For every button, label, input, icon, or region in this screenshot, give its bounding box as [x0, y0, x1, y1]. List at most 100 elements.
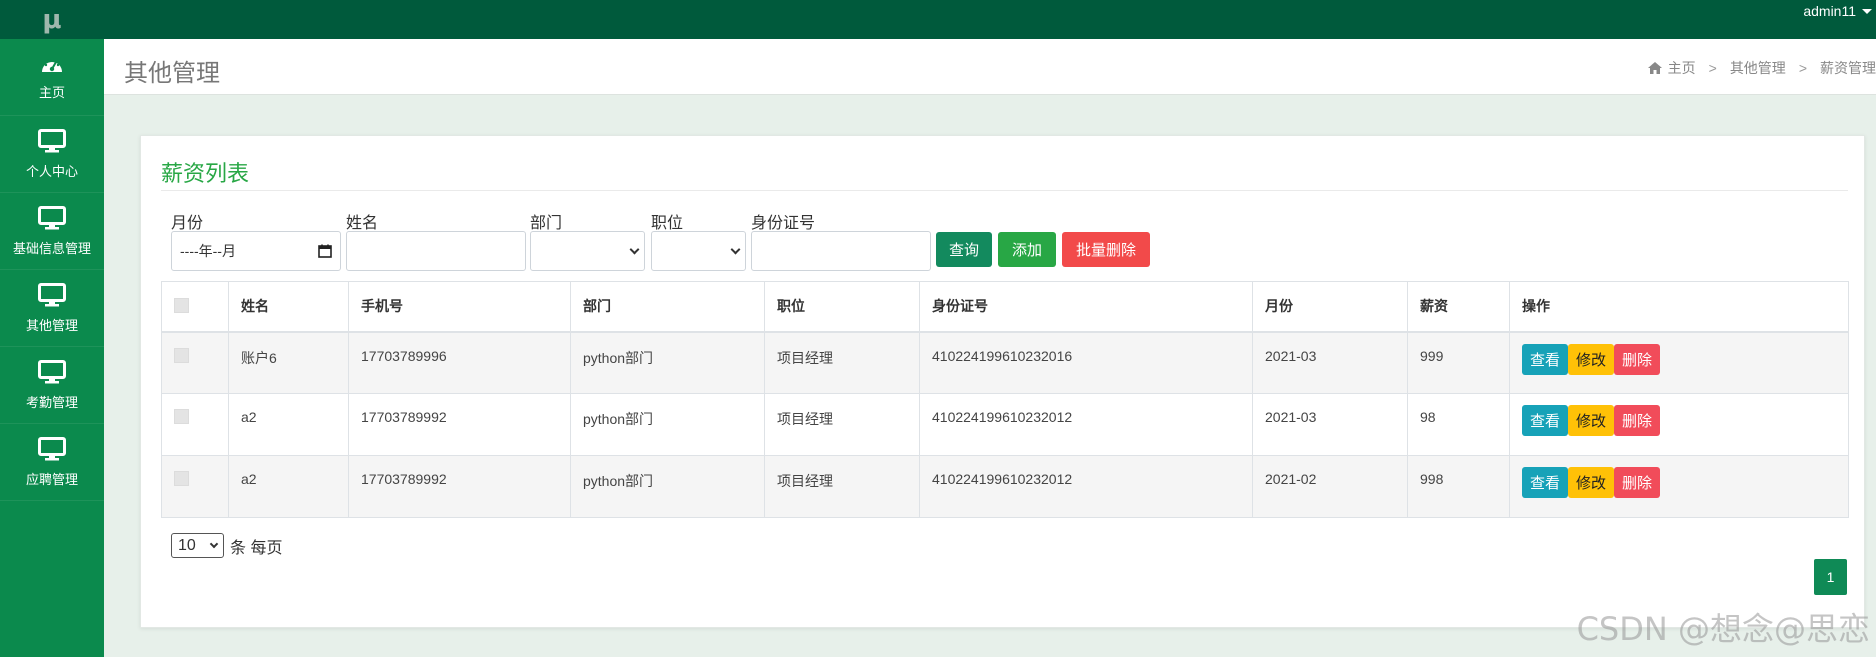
dept-select[interactable] — [530, 231, 645, 271]
watermark: CSDN @想念@思恋 — [1576, 610, 1870, 648]
pagination-page-button[interactable]: 1 — [1814, 559, 1847, 595]
cell-dept: python部门 — [570, 393, 765, 456]
row-checkbox[interactable] — [174, 347, 189, 363]
salary-list-card: 薪资列表 月份 ----年--月 姓名 部门 职位 身份证号 查询 添加 批量删… — [140, 135, 1865, 628]
query-button[interactable]: 查询 — [936, 232, 992, 267]
cell-dept: python部门 — [570, 455, 765, 518]
cell-salary: 999 — [1407, 331, 1510, 394]
view-button[interactable]: 查看 — [1522, 467, 1569, 498]
id-number-label: 身份证号 — [751, 215, 816, 232]
select-all-checkbox[interactable] — [174, 298, 189, 314]
position-select[interactable] — [651, 231, 746, 271]
cell-id-number: 410224199610232012 — [919, 455, 1253, 518]
column-header: 操作 — [1509, 281, 1849, 333]
page-size-select[interactable]: 10 — [171, 533, 224, 558]
cell-id-number: 410224199610232012 — [919, 393, 1253, 456]
breadcrumb-current: 薪资管理 — [1820, 60, 1876, 76]
cell-actions: 查看 修改 删除 — [1509, 331, 1849, 394]
sidebar-item-attendance[interactable]: 考勤管理 — [0, 347, 104, 424]
delete-button[interactable]: 删除 — [1614, 343, 1661, 375]
cell-month: 2021-02 — [1252, 455, 1408, 518]
dept-label: 部门 — [530, 215, 563, 232]
monitor-icon — [38, 205, 66, 229]
divider — [161, 190, 1848, 191]
table-row: 账户6 17703789996 python部门 项目经理 4102241996… — [161, 331, 1849, 394]
page-size-value: 10 — [178, 536, 196, 554]
cell-salary: 98 — [1407, 393, 1510, 456]
row-checkbox[interactable] — [174, 409, 189, 424]
select-all-cell — [161, 281, 229, 333]
sidebar-item-label: 其他管理 — [25, 317, 78, 333]
delete-button[interactable]: 删除 — [1614, 405, 1661, 436]
username: admin11 — [1803, 3, 1856, 19]
column-header: 薪资 — [1407, 281, 1510, 333]
page-size-control: 10 条 每页 — [171, 533, 282, 558]
sidebar-item-profile[interactable]: 个人中心 — [0, 116, 104, 193]
app-logo[interactable]: μ — [0, 0, 104, 39]
month-input[interactable]: ----年--月 — [171, 231, 341, 271]
cell-month: 2021-03 — [1252, 331, 1408, 394]
top-navbar: μ admin11 — [0, 0, 1876, 39]
chevron-down-icon — [209, 539, 219, 549]
sidebar-item-label: 主页 — [38, 84, 65, 100]
chevron-down-icon — [730, 244, 741, 254]
sidebar: 主页 个人中心 基础信息管理 其他管理 考勤管理 应聘管理 — [0, 39, 104, 657]
cell-phone: 17703789996 — [348, 331, 571, 394]
row-select-cell — [161, 393, 229, 456]
cell-position: 项目经理 — [764, 393, 920, 456]
cell-phone: 17703789992 — [348, 393, 571, 456]
column-header: 部门 — [570, 281, 765, 333]
sidebar-item-label: 应聘管理 — [25, 471, 78, 487]
dashboard-icon — [42, 57, 62, 72]
delete-button[interactable]: 删除 — [1614, 467, 1661, 498]
calendar-icon[interactable] — [318, 244, 332, 258]
edit-button[interactable]: 修改 — [1568, 467, 1615, 498]
batch-delete-button[interactable]: 批量删除 — [1062, 232, 1150, 267]
cell-name: 账户6 — [228, 331, 349, 394]
breadcrumb: 主页 > 其他管理 > 薪资管理 — [1647, 58, 1876, 78]
sidebar-item-recruitment[interactable]: 应聘管理 — [0, 424, 104, 501]
monitor-icon — [38, 436, 66, 460]
month-label: 月份 — [171, 215, 204, 232]
cell-name: a2 — [228, 455, 349, 518]
name-label: 姓名 — [346, 215, 379, 232]
cell-phone: 17703789992 — [348, 455, 571, 518]
edit-button[interactable]: 修改 — [1568, 343, 1615, 375]
chevron-down-icon — [629, 244, 640, 254]
table-row: a2 17703789992 python部门 项目经理 41022419961… — [161, 393, 1849, 456]
view-button[interactable]: 查看 — [1522, 405, 1569, 436]
cell-actions: 查看 修改 删除 — [1509, 455, 1849, 518]
view-button[interactable]: 查看 — [1522, 343, 1569, 375]
column-header: 职位 — [764, 281, 920, 333]
monitor-icon — [38, 282, 66, 306]
id-number-input[interactable] — [751, 231, 931, 271]
monitor-icon — [38, 128, 66, 152]
row-select-cell — [161, 455, 229, 518]
user-menu[interactable]: admin11 — [1803, 0, 1876, 22]
name-input[interactable] — [346, 231, 526, 271]
row-checkbox[interactable] — [174, 471, 189, 486]
cell-actions: 查看 修改 删除 — [1509, 393, 1849, 456]
row-select-cell — [161, 331, 229, 394]
sidebar-item-label: 个人中心 — [25, 163, 78, 179]
table-header-row: 姓名 手机号 部门 职位 身份证号 月份 薪资 操作 — [161, 281, 1849, 333]
salary-table: 姓名 手机号 部门 职位 身份证号 月份 薪资 操作 账户6 177037899… — [161, 281, 1849, 518]
column-header: 月份 — [1252, 281, 1408, 333]
breadcrumb-other[interactable]: 其他管理 — [1730, 58, 1786, 78]
table-row: a2 17703789992 python部门 项目经理 41022419961… — [161, 455, 1849, 518]
breadcrumb-home[interactable]: 主页 — [1668, 58, 1696, 78]
cell-id-number: 410224199610232016 — [919, 331, 1253, 394]
add-button[interactable]: 添加 — [998, 232, 1056, 267]
cell-month: 2021-03 — [1252, 393, 1408, 456]
column-header: 手机号 — [348, 281, 571, 333]
card-title: 薪资列表 — [161, 161, 250, 186]
sidebar-item-label: 基础信息管理 — [12, 240, 91, 256]
position-label: 职位 — [651, 215, 684, 232]
cell-name: a2 — [228, 393, 349, 456]
edit-button[interactable]: 修改 — [1568, 405, 1615, 436]
sidebar-item-label: 考勤管理 — [25, 394, 78, 410]
sidebar-item-basic-info[interactable]: 基础信息管理 — [0, 193, 104, 270]
cell-dept: python部门 — [570, 331, 765, 394]
sidebar-item-home[interactable]: 主页 — [0, 39, 104, 116]
sidebar-item-other[interactable]: 其他管理 — [0, 270, 104, 347]
